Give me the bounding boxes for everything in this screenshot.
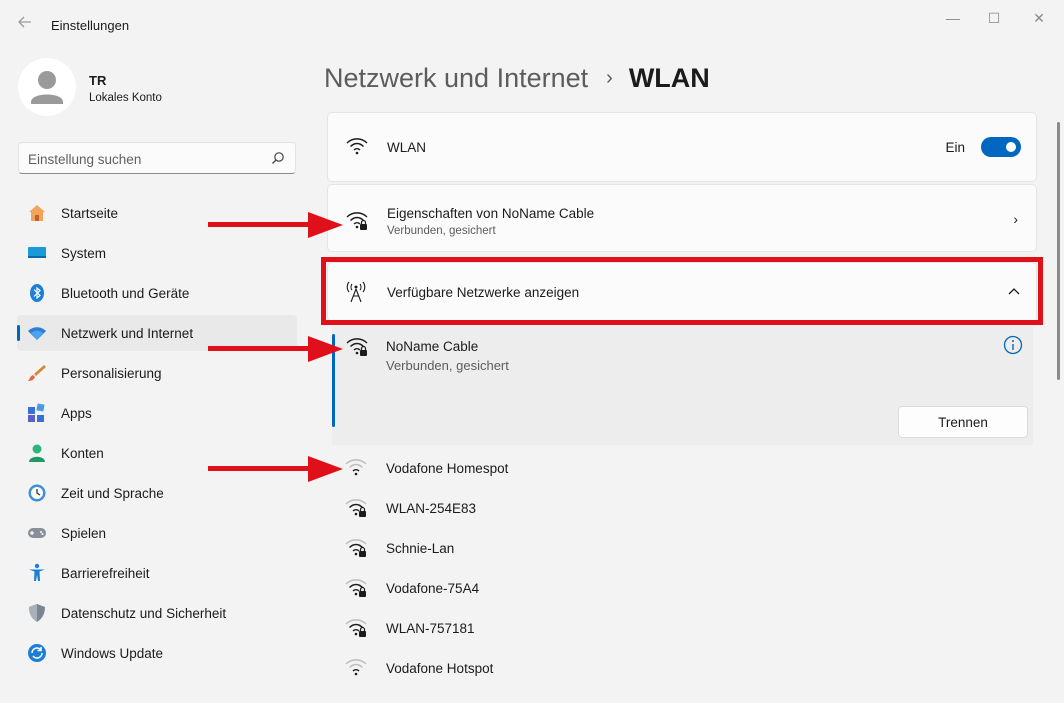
available-networks-toggle[interactable]: Verfügbare Netzwerke anzeigen [327,262,1037,322]
bluetooth-icon [30,284,44,302]
sidebar-item-datenschutz[interactable]: Datenschutz und Sicherheit [17,595,297,631]
network-name: WLAN-757181 [386,621,475,636]
wifi-icon [346,138,368,155]
list-item[interactable]: Schnie-Lan [327,528,1037,568]
sidebar-item-label: System [61,246,107,261]
network-name: WLAN-254E83 [386,501,477,516]
list-item[interactable]: Vodafone Hotspot [327,648,1037,688]
sidebar-item-spielen[interactable]: Spielen [17,515,297,551]
wifi-secured-icon [345,579,367,597]
breadcrumb-parent[interactable]: Netzwerk und Internet [324,63,588,94]
accessibility-icon [29,563,45,581]
page-title: WLAN [628,62,710,93]
connected-network-name: NoName Cable [386,339,479,354]
sidebar-item-startseite[interactable]: Startseite [17,195,297,231]
back-arrow-icon[interactable] [14,14,36,36]
wifi-secured-icon [345,499,367,517]
maximize-icon: ☐ [987,10,1001,26]
maximize-button[interactable]: ☐ [971,6,1017,30]
sidebar-item-barrierefreiheit[interactable]: Barrierefreiheit [17,555,297,591]
monitor-icon [28,247,46,258]
wifi-icon [28,327,46,340]
account-type: Lokales Konto [89,92,162,104]
network-list: Vodafone Homespot WLAN-254E83 Schnie-Lan [327,448,1037,688]
network-name: Vodafone Hotspot [386,661,494,676]
chevron-right-icon: › [1013,211,1018,227]
sidebar-item-label: Apps [61,406,92,421]
wifi-open-icon [345,459,367,476]
sidebar-nav: Startseite System Bluetooth und Geräte N… [17,195,297,675]
wlan-label: WLAN [387,140,427,155]
list-item[interactable]: WLAN-254E83 [327,488,1037,528]
sidebar-item-konten[interactable]: Konten [17,435,297,471]
person-icon [29,444,45,462]
app-title: Einstellungen [51,18,130,33]
home-icon [29,205,45,221]
chevron-up-icon [1008,288,1020,295]
clock-globe-icon [28,484,46,502]
wifi-secured-icon [346,212,368,230]
sidebar-item-label: Spielen [61,526,107,541]
shield-icon [29,604,45,622]
wifi-secured-icon [345,539,367,557]
search-input[interactable] [28,149,268,169]
scrollbar[interactable] [1057,122,1060,380]
properties-title: Eigenschaften von NoName Cable [387,206,595,221]
info-icon[interactable] [1003,335,1023,355]
wlan-toggle-card: WLAN Ein [327,112,1037,182]
network-name: Vodafone Homespot [386,461,509,476]
title-bar: Einstellungen — ☐ ✕ [0,0,1064,50]
network-name: Schnie-Lan [386,541,455,556]
sidebar-item-netzwerk[interactable]: Netzwerk und Internet [17,315,297,351]
breadcrumb: Netzwerk und Internet › WLAN [324,58,710,98]
sidebar-item-system[interactable]: System [17,235,297,271]
sidebar-item-label: Netzwerk und Internet [61,326,194,341]
wlan-state-label: Ein [945,140,965,155]
sidebar-item-label: Bluetooth und Geräte [61,286,190,301]
sidebar-item-label: Startseite [61,206,119,221]
wifi-secured-icon [346,338,368,356]
close-icon: ✕ [1033,10,1045,26]
list-item[interactable]: WLAN-757181 [327,608,1037,648]
list-item[interactable]: Vodafone Homespot [327,448,1037,488]
sidebar-item-label: Datenschutz und Sicherheit [61,606,227,621]
antenna-icon [346,281,366,303]
brush-icon [28,365,46,381]
properties-status: Verbunden, gesichert [387,225,496,237]
sidebar-item-bluetooth[interactable]: Bluetooth und Geräte [17,275,297,311]
apps-icon [28,403,45,422]
sidebar-item-label: Zeit und Sprache [61,486,164,501]
wifi-open-icon [345,659,367,676]
sidebar-item-label: Windows Update [61,646,164,661]
minimize-button[interactable]: — [930,6,976,30]
connected-network-status: Verbunden, gesichert [386,358,509,373]
wifi-secured-icon [345,619,367,637]
update-icon [28,644,46,662]
breadcrumb-separator: › [606,66,613,89]
disconnect-button[interactable]: Trennen [898,406,1028,438]
wlan-toggle-switch[interactable] [981,137,1021,157]
user-name: TR [89,73,107,88]
avatar [18,58,76,116]
sidebar-item-label: Personalisierung [61,366,162,381]
sidebar-item-apps[interactable]: Apps [17,395,297,431]
sidebar-item-personalisierung[interactable]: Personalisierung [17,355,297,391]
list-item[interactable]: Vodafone-75A4 [327,568,1037,608]
gamepad-icon [28,528,46,538]
user-avatar-icon [31,71,63,104]
minimize-icon: — [946,10,960,26]
network-name: Vodafone-75A4 [386,581,480,596]
sidebar-item-label: Barrierefreiheit [61,566,150,581]
available-networks-title: Verfügbare Netzwerke anzeigen [387,285,580,300]
sidebar-item-windows-update[interactable]: Windows Update [17,635,297,671]
close-button[interactable]: ✕ [1016,6,1062,30]
search-icon[interactable] [271,151,285,165]
connected-network-item[interactable]: NoName Cable Verbunden, gesichert Trenne… [332,326,1033,445]
settings-search[interactable] [18,142,296,174]
sidebar-item-label: Konten [61,446,104,461]
sidebar-item-zeit[interactable]: Zeit und Sprache [17,475,297,511]
network-properties-card[interactable]: Eigenschaften von NoName Cable Verbunden… [327,184,1037,252]
